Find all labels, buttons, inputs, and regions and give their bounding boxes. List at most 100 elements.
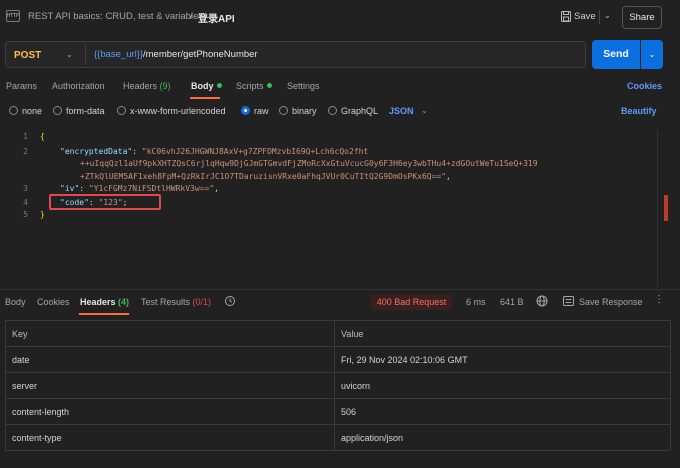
radio-graphql-label: GraphQL [341, 106, 379, 116]
response-tab-headers-count: (4) [118, 297, 130, 307]
url-variable-token[interactable]: {{base_url}} [94, 49, 143, 60]
json-string: +ZTkQlUEM5AF1xeh8FpM+QzRkIrJC1O7TDaruzis… [80, 172, 447, 181]
radio-none-label: none [22, 106, 43, 116]
beautify-button[interactable]: Beautify [621, 106, 657, 116]
line-number: 2 [23, 147, 28, 156]
line-number: 4 [23, 198, 28, 207]
response-tab-headers-label: Headers [80, 297, 116, 307]
response-tab-headers[interactable]: Headers (4) [80, 297, 129, 307]
radio-none[interactable] [9, 106, 18, 115]
code-line-wrap: +ZTkQlUEM5AF1xeh8FpM+QzRkIrJC1O7TDaruzis… [80, 172, 451, 181]
response-tab-test-results-label: Test Results [141, 297, 191, 307]
json-string: "123" [98, 198, 123, 207]
tab-body[interactable]: Body [191, 81, 222, 91]
breadcrumb-collection[interactable]: REST API basics: CRUD, test & variable [28, 11, 198, 22]
save-response-icon[interactable] [563, 296, 574, 306]
table-row: content-length 506 [5, 398, 671, 425]
json-key: "iv" [60, 184, 80, 193]
json-string: "kC06vhJ26JHGWNJ8AxV+g7ZPFDMzvbI69Q+Lch6… [141, 147, 369, 156]
share-button[interactable]: Share [622, 6, 662, 29]
send-options-chevron-icon[interactable]: ⌄ [641, 40, 663, 69]
send-button[interactable]: Send [592, 40, 640, 69]
history-icon[interactable] [224, 295, 236, 307]
json-string: "Y1cFGMz7NiFSDtlHWRkV3w==" [88, 184, 215, 193]
more-options-icon[interactable]: ⋮ [654, 294, 664, 305]
code-line: "iv": "Y1cFGMz7NiFSDtlHWRkV3w==", [60, 184, 219, 193]
tab-body-label: Body [191, 81, 214, 91]
editor-scrollbar[interactable] [657, 130, 658, 287]
tab-headers[interactable]: Headers (9) [123, 81, 171, 91]
tab-scripts-label: Scripts [236, 81, 264, 91]
response-tab-test-results[interactable]: Test Results (0/1) [141, 297, 211, 307]
response-tab-body[interactable]: Body [5, 297, 26, 307]
url-input[interactable]: /member/getPhoneNumber [143, 49, 258, 60]
radio-urlencoded-label: x-www-form-urlencoded [130, 106, 226, 116]
code-line: "encryptedData": "kC06vhJ26JHGWNJ8AxV+g7… [60, 147, 369, 156]
format-select[interactable]: JSON [389, 106, 414, 116]
json-key: "encryptedData" [60, 147, 133, 156]
radio-form-data[interactable] [53, 106, 62, 115]
save-icon[interactable] [561, 11, 571, 22]
response-tab-test-count: (0/1) [192, 297, 212, 307]
tab-settings[interactable]: Settings [287, 81, 320, 91]
column-header-key: Key [5, 320, 335, 347]
table-row: date Fri, 29 Nov 2024 02:10:06 GMT [5, 346, 671, 373]
url-divider [85, 44, 86, 65]
header-key-cell[interactable]: server [5, 372, 335, 399]
header-key-cell[interactable]: content-type [5, 424, 335, 451]
breadcrumb-request-name[interactable]: 登录API [198, 10, 235, 25]
method-select[interactable]: POST [14, 50, 41, 61]
radio-urlencoded[interactable] [117, 106, 126, 115]
active-tab-indicator [190, 97, 220, 99]
response-size[interactable]: 641 B [500, 297, 524, 307]
modified-dot-icon [266, 83, 272, 88]
line-number: 5 [23, 210, 28, 219]
save-divider [599, 10, 600, 24]
radio-raw-label: raw [254, 106, 269, 116]
response-time[interactable]: 6 ms [466, 297, 486, 307]
pane-divider[interactable] [0, 289, 680, 290]
radio-graphql[interactable] [328, 106, 337, 115]
header-value-cell[interactable]: uvicorn [334, 372, 671, 399]
header-key-cell[interactable]: date [5, 346, 335, 373]
line-number: 3 [23, 184, 28, 193]
chevron-down-icon[interactable]: ⌄ [66, 50, 73, 59]
code-close-brace: } [40, 210, 45, 219]
response-tab-cookies[interactable]: Cookies [37, 297, 70, 307]
tab-params[interactable]: Params [6, 81, 37, 91]
code-open-brace: { [40, 132, 45, 141]
breadcrumb-separator: / [190, 11, 193, 22]
json-key: "code" [60, 198, 89, 207]
chevron-down-icon[interactable]: ⌄ [604, 11, 611, 20]
radio-raw[interactable] [241, 106, 250, 115]
chevron-down-icon[interactable]: ⌄ [421, 106, 428, 115]
line-number: 1 [23, 132, 28, 141]
error-marker [664, 195, 668, 221]
table-row: server uvicorn [5, 372, 671, 399]
radio-binary-label: binary [292, 106, 317, 116]
tab-authorization[interactable]: Authorization [52, 81, 105, 91]
cookies-link[interactable]: Cookies [627, 81, 662, 91]
save-response-button[interactable]: Save Response [579, 297, 643, 307]
code-line-wrap: ++uIqqQzl1aUf9pkXHTZQsC6rjlqHqw9DjGJmGTG… [80, 159, 538, 168]
code-line: "code": "123"; [60, 198, 128, 207]
globe-icon[interactable] [536, 295, 548, 307]
table-header-row: Key Value [5, 320, 671, 347]
response-headers-table: Key Value date Fri, 29 Nov 2024 02:10:06… [5, 320, 671, 451]
tab-headers-label: Headers [123, 81, 158, 91]
active-tab-indicator [79, 313, 129, 315]
header-value-cell[interactable]: application/json [334, 424, 671, 451]
header-value-cell[interactable]: 506 [334, 398, 671, 425]
url-bar [5, 41, 586, 68]
table-row: content-type application/json [5, 424, 671, 451]
header-value-cell[interactable]: Fri, 29 Nov 2024 02:10:06 GMT [334, 346, 671, 373]
radio-binary[interactable] [279, 106, 288, 115]
status-badge[interactable]: 400 Bad Request [371, 294, 452, 310]
tab-headers-count: (9) [159, 81, 171, 91]
modified-dot-icon [216, 83, 222, 88]
save-button[interactable]: Save [574, 11, 596, 22]
column-header-value: Value [334, 320, 671, 347]
tab-scripts[interactable]: Scripts [236, 81, 272, 91]
http-request-icon: HTTP [6, 10, 20, 22]
header-key-cell[interactable]: content-length [5, 398, 335, 425]
